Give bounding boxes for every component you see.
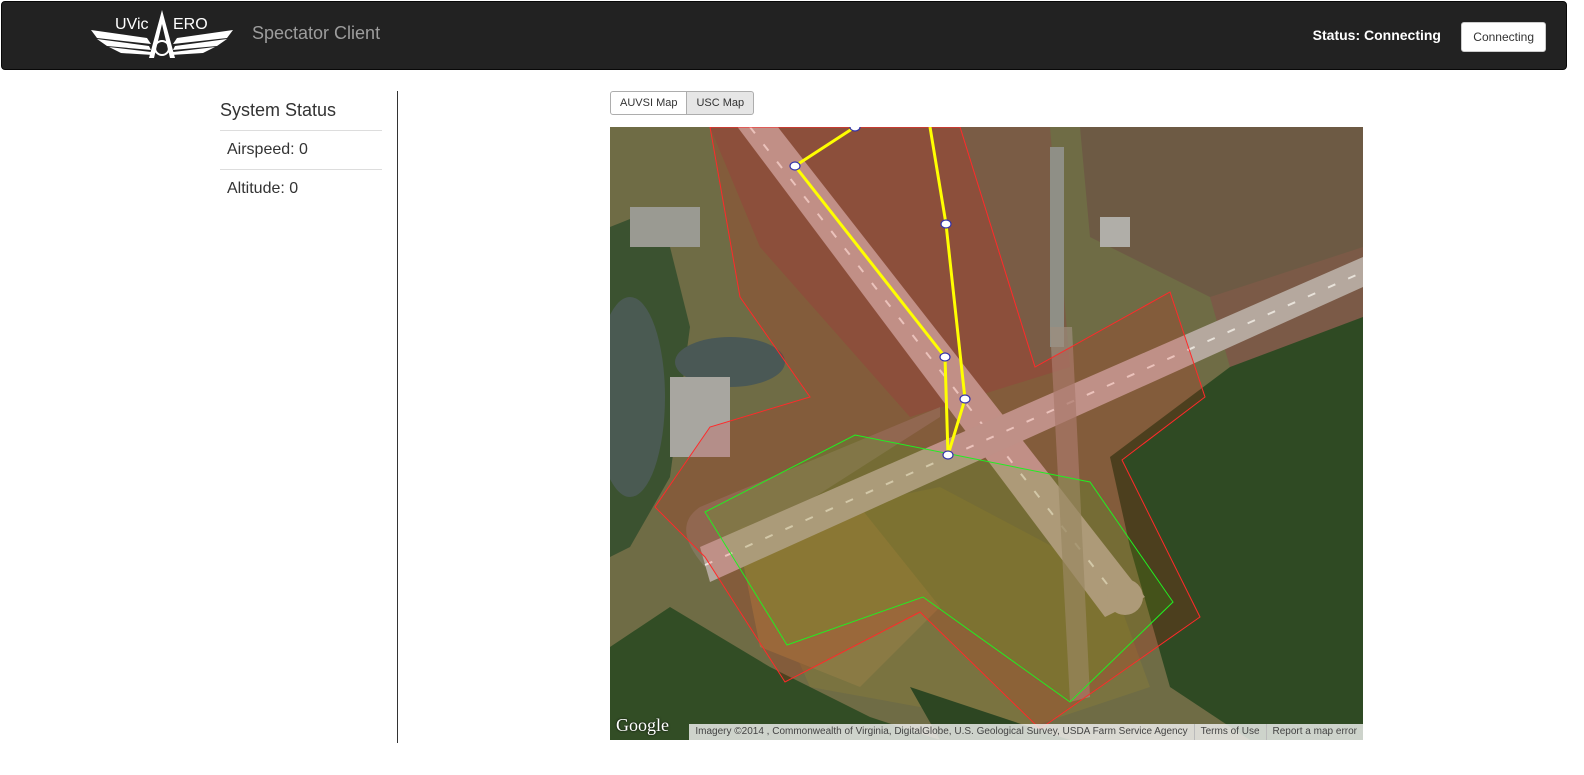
- map-attribution-bar: Imagery ©2014 , Commonwealth of Virginia…: [689, 724, 1363, 740]
- waypoint-marker[interactable]: [940, 219, 952, 229]
- waypoint-marker[interactable]: [789, 161, 801, 171]
- terms-of-use-link[interactable]: Terms of Use: [1193, 724, 1266, 740]
- waypoint-marker[interactable]: [939, 352, 951, 362]
- tab-usc-map[interactable]: USC Map: [687, 91, 755, 115]
- map-tabs: AUVSI Map USC Map: [610, 91, 755, 115]
- airspeed-readout: Airspeed: 0: [220, 131, 382, 170]
- logo-text-left: UVic: [115, 16, 149, 33]
- sidebar-divider: [397, 91, 398, 743]
- waypoint-marker[interactable]: [942, 450, 954, 460]
- altitude-readout: Altitude: 0: [227, 180, 299, 197]
- connection-status: Status: Connecting: [1312, 27, 1441, 43]
- google-logo: Google: [616, 715, 669, 735]
- report-map-error-link[interactable]: Report a map error: [1265, 724, 1363, 740]
- map-imagery: [610, 127, 1363, 740]
- tab-auvsi-map[interactable]: AUVSI Map: [610, 91, 688, 115]
- top-navbar: UVic ERO Spectator Client Status: Connec…: [1, 1, 1567, 70]
- waypoint-marker[interactable]: [959, 394, 971, 404]
- connect-button[interactable]: Connecting: [1461, 22, 1546, 52]
- waypoint-marker[interactable]: [849, 127, 861, 132]
- logo-text-right: ERO: [173, 16, 208, 33]
- system-status-panel: System Status Airspeed: 0 Altitude: 0: [220, 92, 382, 208]
- imagery-attribution: Imagery ©2014 , Commonwealth of Virginia…: [695, 726, 1188, 737]
- brand-name[interactable]: Spectator Client: [252, 23, 380, 44]
- uvic-aero-logo[interactable]: UVic ERO: [89, 8, 235, 64]
- satellite-map[interactable]: Google Imagery ©2014 , Commonwealth of V…: [610, 127, 1363, 740]
- panel-title: System Status: [220, 92, 382, 131]
